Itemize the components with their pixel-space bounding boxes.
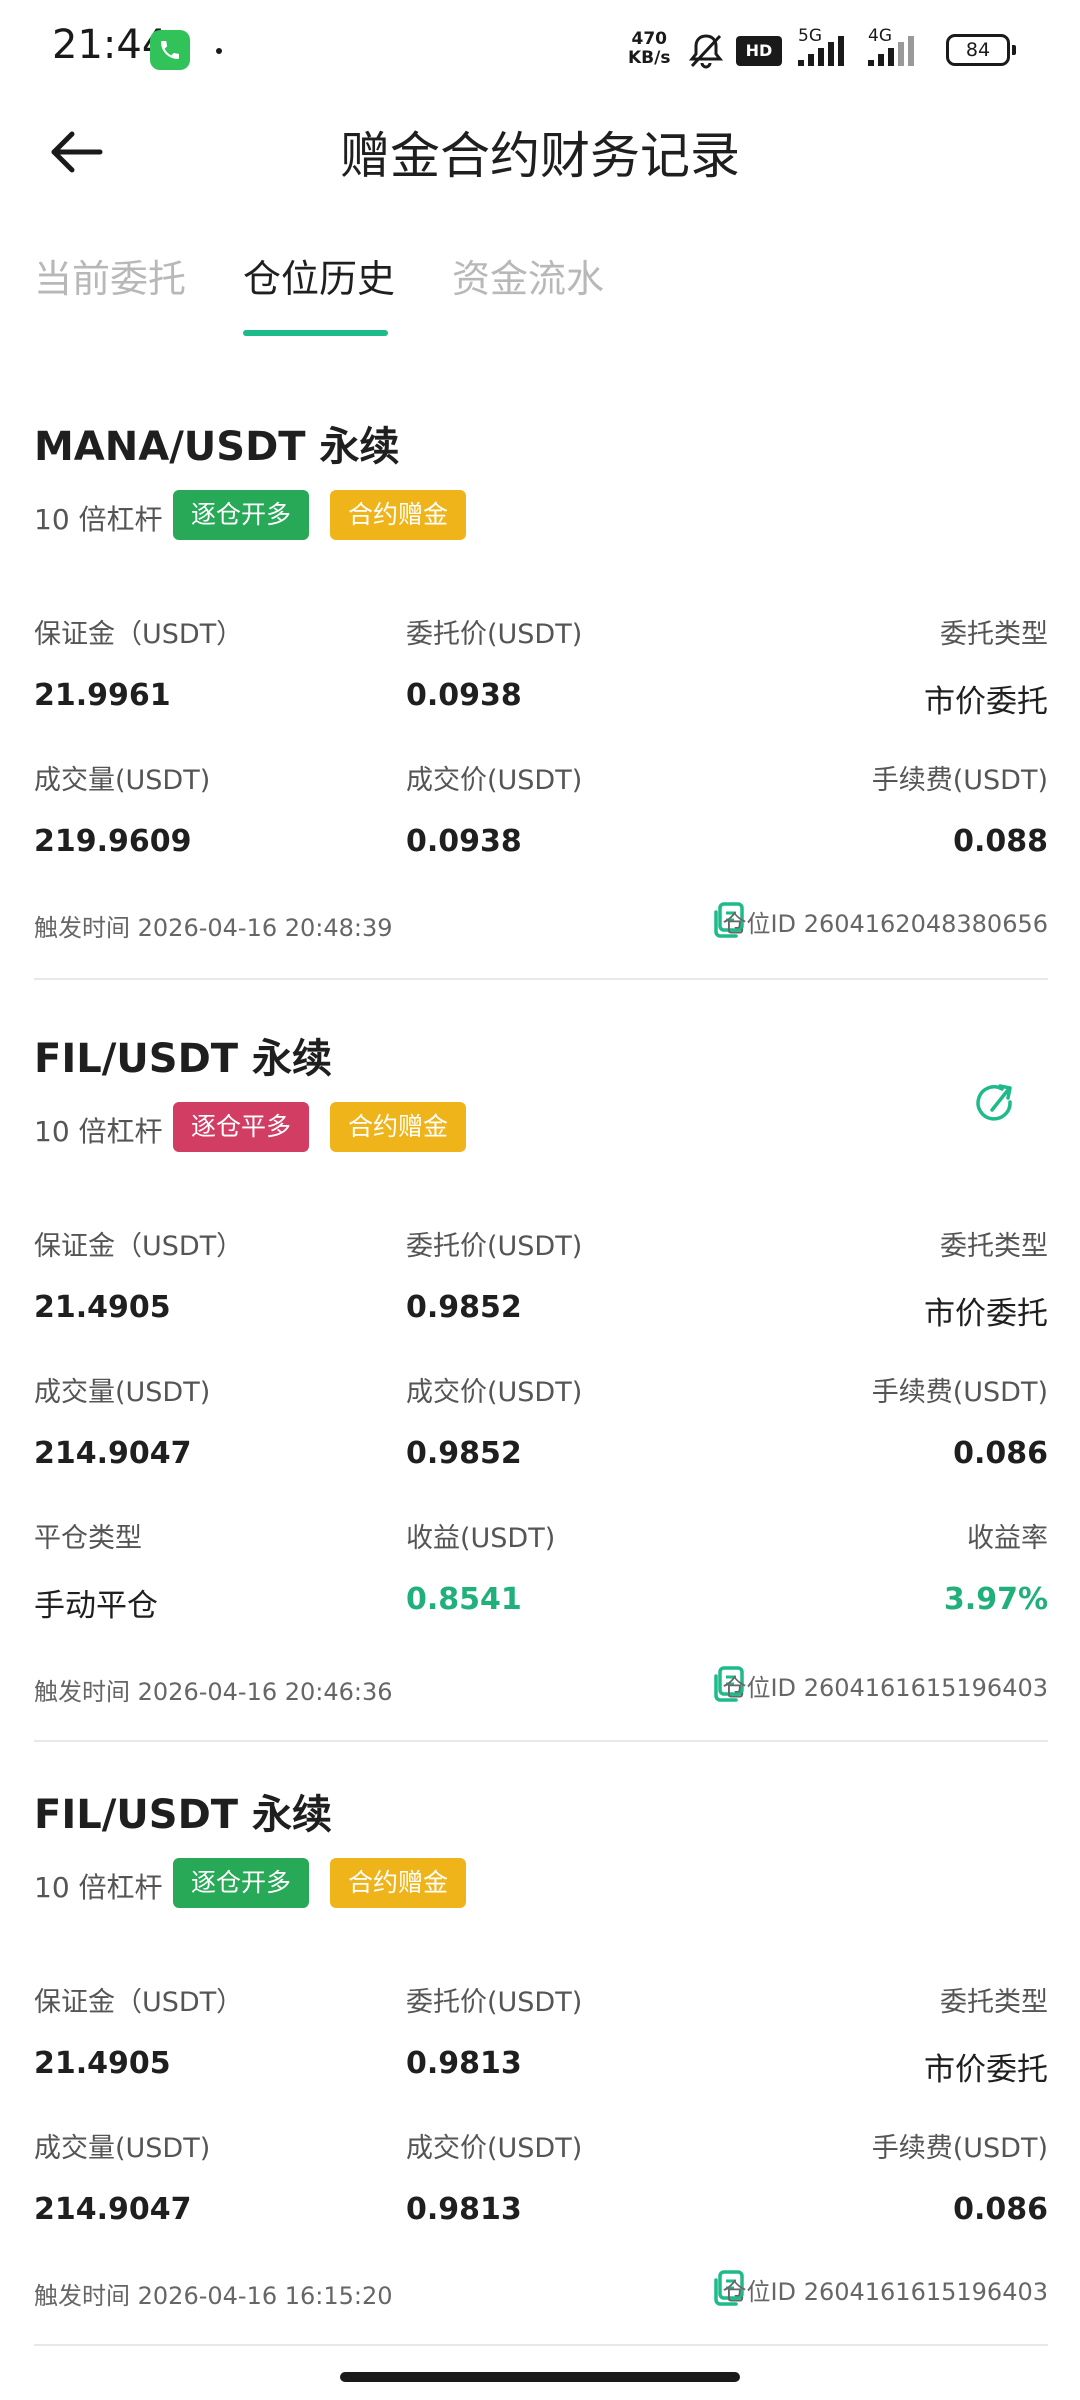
margin-value: 21.4905 xyxy=(34,2046,171,2081)
fee-value: 0.086 xyxy=(953,1436,1048,1471)
home-indicator[interactable] xyxy=(340,2372,740,2382)
order-type-value: 市价委托 xyxy=(924,684,1048,720)
position-id: 仓位ID 2604161615196403 xyxy=(722,2278,1048,2306)
fee-label: 手续费(USDT) xyxy=(871,765,1048,796)
order-price-label: 委托价(USDT) xyxy=(406,1987,583,2018)
fill-price-label: 成交价(USDT) xyxy=(406,1377,583,1408)
pair-title: FIL/USDT 永续 xyxy=(34,1792,333,1838)
order-price-value: 0.9813 xyxy=(406,2046,522,2081)
action-badge: 逐仓开多 xyxy=(173,1858,310,1908)
fill-price-value: 0.0938 xyxy=(406,824,522,859)
signal-5g-icon xyxy=(798,36,844,66)
order-price-value: 0.0938 xyxy=(406,678,522,713)
battery-icon: 84 xyxy=(946,34,1016,66)
close-type-label: 平仓类型 xyxy=(34,1523,142,1554)
signal-4g-icon xyxy=(868,36,914,66)
volume-label: 成交量(USDT) xyxy=(34,765,211,796)
margin-label: 保证金（USDT） xyxy=(34,1231,244,1262)
position-id: 仓位ID 2604162048380656 xyxy=(722,910,1048,938)
fee-value: 0.088 xyxy=(953,824,1048,859)
volume-value: 214.9047 xyxy=(34,1436,192,1471)
tab-bar: 当前委托 仓位历史 资金流水 xyxy=(0,230,1080,340)
page-title: 赠金合约财务记录 xyxy=(340,127,740,185)
bell-muted-icon xyxy=(688,34,724,69)
position-record: FIL/USDT 永续 10 倍杠杆 逐仓平多 合约赠金 保证金（USDT） 委… xyxy=(34,1012,1048,1742)
divider xyxy=(34,1740,1048,1742)
profit-label: 收益(USDT) xyxy=(406,1523,556,1554)
share-refresh-icon[interactable] xyxy=(970,1080,1020,1130)
tab-position-history[interactable]: 仓位历史 xyxy=(243,248,395,303)
divider xyxy=(34,978,1048,980)
trigger-time: 触发时间 2026-04-16 20:48:39 xyxy=(34,914,393,942)
hd-voice-badge: HD xyxy=(736,36,782,66)
order-type-label: 委托类型 xyxy=(940,619,1048,650)
tab-fund-flow[interactable]: 资金流水 xyxy=(452,248,604,303)
call-icon xyxy=(150,30,190,70)
position-record: MANA/USDT 永续 10 倍杠杆 逐仓开多 合约赠金 保证金（USDT） … xyxy=(34,400,1048,980)
order-price-value: 0.9852 xyxy=(406,1290,522,1325)
divider xyxy=(34,2344,1048,2346)
close-type-value: 手动平仓 xyxy=(34,1588,158,1624)
fee-label: 手续费(USDT) xyxy=(871,1377,1048,1408)
order-type-value: 市价委托 xyxy=(924,1296,1048,1332)
status-bar: 21:44 470 KB/s HD 5G 4G 84 xyxy=(0,0,1080,100)
fill-price-label: 成交价(USDT) xyxy=(406,765,583,796)
fill-price-label: 成交价(USDT) xyxy=(406,2133,583,2164)
margin-value: 21.9961 xyxy=(34,678,171,713)
fill-price-value: 0.9813 xyxy=(406,2192,522,2227)
fill-price-value: 0.9852 xyxy=(406,1436,522,1471)
volume-value: 214.9047 xyxy=(34,2192,192,2227)
order-type-label: 委托类型 xyxy=(940,1231,1048,1262)
pair-title: MANA/USDT 永续 xyxy=(34,424,400,470)
bonus-badge: 合约赠金 xyxy=(330,490,467,540)
trigger-time: 触发时间 2026-04-16 16:15:20 xyxy=(34,2282,393,2310)
order-price-label: 委托价(USDT) xyxy=(406,1231,583,1262)
position-id: 仓位ID 2604161615196403 xyxy=(722,1674,1048,1702)
order-type-value: 市价委托 xyxy=(924,2052,1048,2088)
leverage-label: 10 倍杠杆 xyxy=(34,1871,163,1904)
order-price-label: 委托价(USDT) xyxy=(406,619,583,650)
fee-label: 手续费(USDT) xyxy=(871,2133,1048,2164)
tab-current-orders[interactable]: 当前委托 xyxy=(34,248,186,303)
volume-value: 219.9609 xyxy=(34,824,192,859)
volume-label: 成交量(USDT) xyxy=(34,1377,211,1408)
pair-title: FIL/USDT 永续 xyxy=(34,1036,333,1082)
position-record: FIL/USDT 永续 10 倍杠杆 逐仓开多 合约赠金 保证金（USDT） 委… xyxy=(34,1768,1048,2348)
volume-label: 成交量(USDT) xyxy=(34,2133,211,2164)
order-type-label: 委托类型 xyxy=(940,1987,1048,2018)
trigger-time: 触发时间 2026-04-16 20:46:36 xyxy=(34,1678,393,1706)
action-badge: 逐仓平多 xyxy=(173,1102,310,1152)
app-header: 赠金合约财务记录 xyxy=(0,100,1080,200)
profit-value: 0.8541 xyxy=(406,1582,522,1617)
bonus-badge: 合约赠金 xyxy=(330,1858,467,1908)
leverage-label: 10 倍杠杆 xyxy=(34,1115,163,1148)
notification-dot xyxy=(216,48,222,54)
action-badge: 逐仓开多 xyxy=(173,490,310,540)
network-speed: 470 KB/s xyxy=(628,29,671,68)
leverage-label: 10 倍杠杆 xyxy=(34,503,163,536)
bonus-badge: 合约赠金 xyxy=(330,1102,467,1152)
active-tab-indicator xyxy=(243,330,388,336)
margin-value: 21.4905 xyxy=(34,1290,171,1325)
margin-label: 保证金（USDT） xyxy=(34,619,244,650)
profit-rate-label: 收益率 xyxy=(967,1523,1048,1554)
fee-value: 0.086 xyxy=(953,2192,1048,2227)
profit-rate-value: 3.97% xyxy=(943,1582,1048,1617)
margin-label: 保证金（USDT） xyxy=(34,1987,244,2018)
